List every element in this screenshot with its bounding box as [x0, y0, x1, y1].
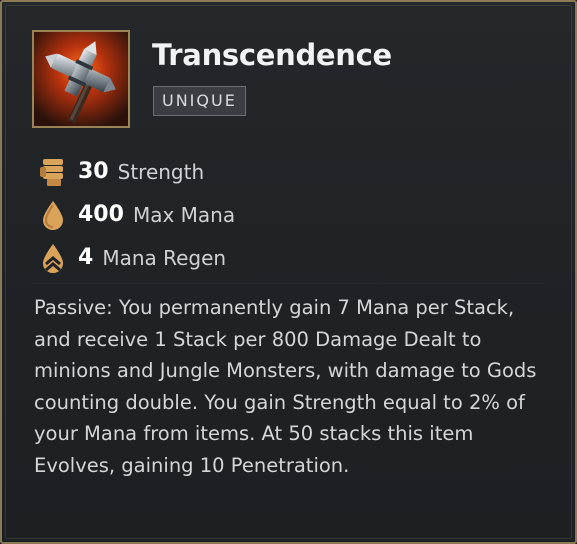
item-description: Passive: You permanently gain 7 Mana per… [34, 296, 537, 477]
stat-row-strength: 30 Strength [38, 150, 235, 193]
stat-label: Max Mana [132, 202, 236, 227]
stat-row-mana-regen: 4 Mana Regen [38, 236, 235, 279]
stat-value: 4 [78, 245, 94, 270]
section-divider [32, 283, 545, 284]
stat-value: 30 [78, 159, 109, 184]
stats-list: 30 Strength 400 Max Mana 4 Mana Regen [38, 150, 235, 279]
mana-regen-icon [38, 241, 68, 275]
item-name: Transcendence [152, 38, 392, 72]
stat-value: 400 [78, 202, 124, 227]
mana-drop-icon [38, 198, 68, 232]
transcendence-hammer-icon [32, 30, 130, 128]
stat-label: Mana Regen [102, 245, 227, 270]
stat-row-max-mana: 400 Max Mana [38, 193, 235, 236]
fist-icon [38, 155, 68, 189]
item-tooltip: Transcendence UNIQUE 30 Strength 400 Max… [0, 0, 577, 544]
stat-label: Strength [117, 159, 205, 184]
rarity-badge: UNIQUE [153, 86, 246, 116]
